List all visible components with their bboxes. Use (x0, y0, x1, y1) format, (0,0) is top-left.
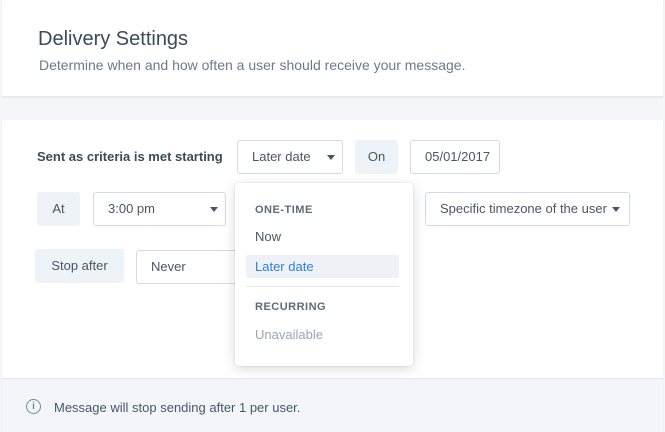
on-label: On (355, 140, 398, 174)
timezone-select-value: Specific timezone of the user (440, 201, 607, 216)
date-input[interactable]: 05/01/2017 (410, 140, 500, 174)
page-title: Delivery Settings (38, 28, 189, 50)
chevron-down-icon (210, 207, 218, 212)
menu-item-unavailable: Unavailable (255, 327, 323, 342)
timezone-select[interactable]: Specific timezone of the user (425, 192, 630, 226)
start-select[interactable]: Later date (237, 140, 343, 174)
menu-item-later-date[interactable]: Later date (246, 255, 399, 278)
menu-item-now[interactable]: Now (246, 225, 399, 248)
criteria-label: Sent as criteria is met starting (37, 149, 223, 164)
stop-after-label: Stop after (35, 249, 124, 283)
page-subtitle: Determine when and how often a user shou… (39, 57, 466, 73)
chevron-down-icon (612, 207, 620, 212)
stop-select-value: Never (151, 259, 186, 274)
footer-message: Message will stop sending after 1 per us… (54, 400, 301, 415)
start-dropdown-menu: ONE-TIME Now Later date RECURRING Unavai… (235, 183, 413, 366)
header-card: Delivery Settings Determine when and how… (2, 0, 663, 97)
chevron-down-icon (327, 155, 335, 160)
info-icon: i (26, 399, 41, 414)
section-one-time: ONE-TIME (255, 204, 313, 216)
time-select-value: 3:00 pm (108, 201, 155, 216)
section-recurring: RECURRING (255, 301, 327, 313)
menu-divider (246, 286, 399, 287)
start-select-value: Later date (252, 149, 311, 164)
info-footer: i Message will stop sending after 1 per … (2, 378, 663, 432)
stop-select[interactable]: Never (136, 250, 246, 284)
at-label: At (37, 192, 80, 226)
time-select[interactable]: 3:00 pm (93, 192, 226, 226)
